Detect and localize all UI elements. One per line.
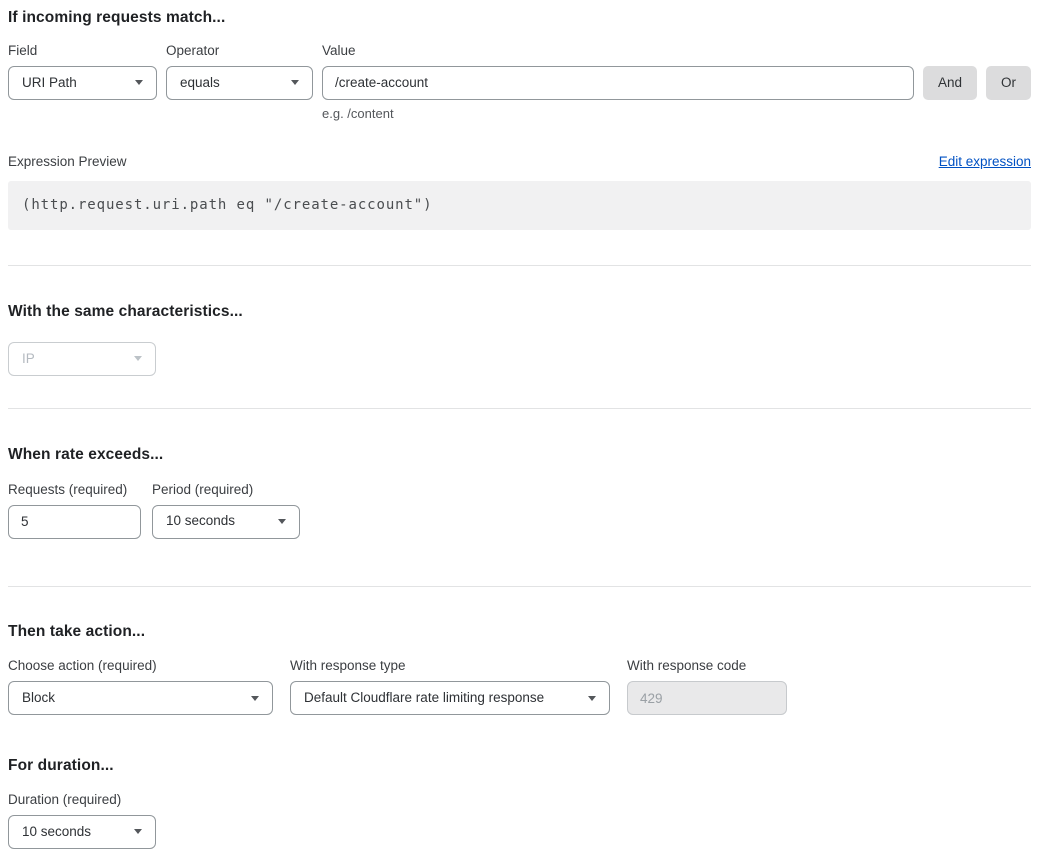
rate-fields-row: Requests (required) Period (required) 10… [8,482,1031,539]
section-divider [8,265,1031,266]
operator-column: Operator equals [166,43,313,100]
value-column: Value e.g. /content [322,43,914,122]
characteristic-select-value: IP [22,351,35,367]
field-column: Field URI Path [8,43,157,100]
expression-preview-label: Expression Preview [8,154,127,170]
value-label: Value [322,43,914,59]
requests-input[interactable] [8,505,141,539]
requests-column: Requests (required) [8,482,141,539]
duration-select[interactable]: 10 seconds [8,815,156,849]
field-label: Field [8,43,157,59]
response-code-column: With response code [627,658,787,715]
section-title-characteristics: With the same characteristics... [8,303,1031,322]
requests-label: Requests (required) [8,482,141,498]
period-column: Period (required) 10 seconds [152,482,300,539]
chevron-down-icon [134,356,142,361]
chevron-down-icon [278,519,286,524]
section-title-rate: When rate exceeds... [8,446,1031,465]
chevron-down-icon [291,80,299,85]
section-divider [8,408,1031,409]
rate-limiting-rule-form: If incoming requests match... Field URI … [0,0,1048,849]
field-select-value: URI Path [22,75,77,91]
section-title-match: If incoming requests match... [8,9,1031,28]
expression-preview-box: (http.request.uri.path eq "/create-accou… [8,181,1031,230]
duration-select-value: 10 seconds [22,824,91,840]
section-title-action: Then take action... [8,623,1031,642]
field-select[interactable]: URI Path [8,66,157,100]
chevron-down-icon [134,829,142,834]
or-button[interactable]: Or [986,66,1031,100]
period-select[interactable]: 10 seconds [152,505,300,539]
edit-expression-link[interactable]: Edit expression [939,154,1031,170]
action-fields-row: Choose action (required) Block With resp… [8,658,1031,715]
operator-label: Operator [166,43,313,59]
chevron-down-icon [135,80,143,85]
response-code-input[interactable] [627,681,787,715]
characteristic-select[interactable]: IP [8,342,156,376]
response-type-select-value: Default Cloudflare rate limiting respons… [304,690,544,706]
choose-action-label: Choose action (required) [8,658,273,674]
response-type-column: With response type Default Cloudflare ra… [290,658,610,715]
period-label: Period (required) [152,482,300,498]
chevron-down-icon [588,696,596,701]
section-title-duration: For duration... [8,757,1031,776]
and-or-buttons: And Or [923,66,1031,100]
duration-column: Duration (required) 10 seconds [8,792,1031,849]
choose-action-column: Choose action (required) Block [8,658,273,715]
value-input[interactable] [322,66,914,100]
period-select-value: 10 seconds [166,513,235,529]
action-select-value: Block [22,690,55,706]
response-type-select[interactable]: Default Cloudflare rate limiting respons… [290,681,610,715]
expression-code: (http.request.uri.path eq "/create-accou… [22,197,432,214]
value-helper-text: e.g. /content [322,106,914,122]
action-select[interactable]: Block [8,681,273,715]
and-button[interactable]: And [923,66,977,100]
operator-select[interactable]: equals [166,66,313,100]
expression-preview-header: Expression Preview Edit expression [8,154,1031,170]
chevron-down-icon [251,696,259,701]
response-code-label: With response code [627,658,787,674]
operator-select-value: equals [180,75,220,91]
response-type-label: With response type [290,658,610,674]
duration-label: Duration (required) [8,792,1031,808]
section-divider [8,586,1031,587]
match-fields-row: Field URI Path Operator equals Value e.g… [8,43,1031,122]
